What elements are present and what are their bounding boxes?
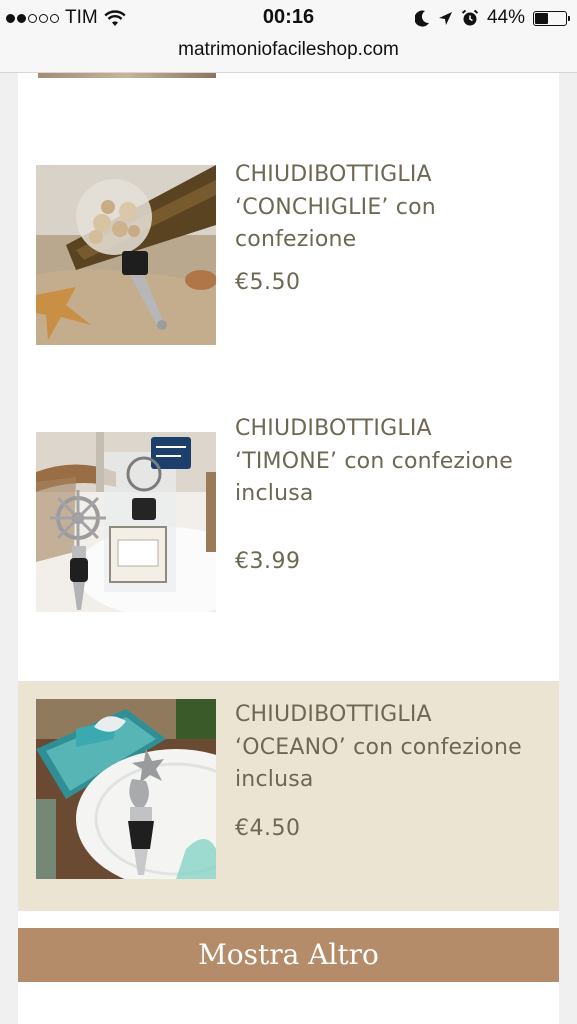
product-price: €4.50 (235, 816, 301, 841)
address-bar[interactable]: matrimoniofacileshop.com (0, 38, 577, 73)
oceano-bottle-stopper-image (36, 699, 216, 879)
moon-icon (414, 10, 429, 26)
previous-product-image-edge (38, 73, 216, 78)
product-item[interactable]: CHIUDIBOTTIGLIA ‘OCEANO’ con confezione … (18, 681, 559, 911)
product-title[interactable]: CHIUDIBOTTIGLIA ‘OCEANO’ con confezione … (235, 699, 535, 797)
status-bar: TIM 00:16 44% (0, 0, 577, 38)
product-price: €5.50 (235, 270, 301, 295)
product-item[interactable]: CHIUDIBOTTIGLIA ‘TIMONE’ con confezione … (18, 413, 559, 643)
product-image[interactable] (36, 699, 216, 879)
product-image[interactable] (36, 165, 216, 345)
conchiglie-bottle-stopper-image (36, 165, 216, 345)
url-text: matrimoniofacileshop.com (178, 39, 399, 60)
product-title[interactable]: CHIUDIBOTTIGLIA ‘CONCHIGLIE’ con confezi… (235, 159, 535, 257)
product-price: €3.99 (235, 549, 301, 574)
status-right: 44% (414, 7, 570, 29)
product-item[interactable]: CHIUDIBOTTIGLIA ‘CONCHIGLIE’ con confezi… (18, 143, 559, 373)
battery-level (535, 12, 548, 24)
battery-percentage: 44% (486, 7, 525, 28)
location-arrow-icon (438, 11, 452, 25)
alarm-clock-icon (461, 9, 479, 26)
battery-icon (533, 10, 570, 26)
timone-bottle-stopper-image (36, 432, 216, 612)
product-image[interactable] (36, 432, 216, 612)
product-list: CHIUDIBOTTIGLIA ‘CONCHIGLIE’ con confezi… (18, 73, 559, 1024)
product-title[interactable]: CHIUDIBOTTIGLIA ‘TIMONE’ con confezione … (235, 413, 535, 511)
load-more-button[interactable]: Mostra Altro (18, 928, 559, 982)
